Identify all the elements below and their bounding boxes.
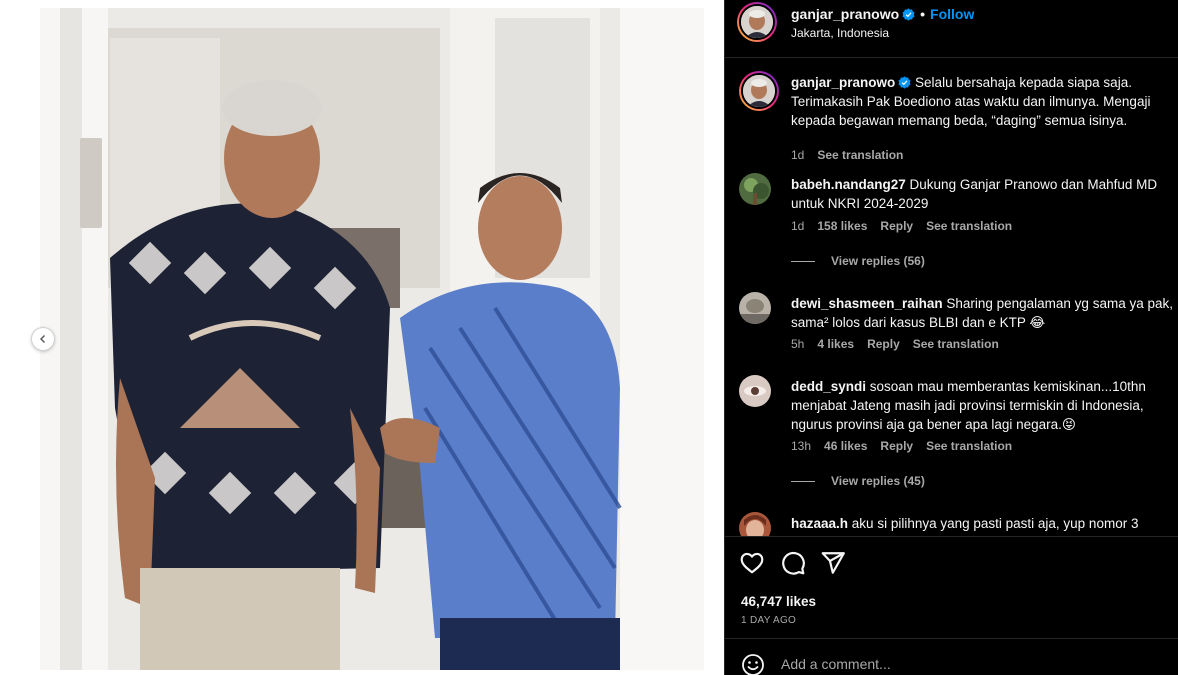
caption-meta: 1d See translation [791,148,916,162]
comment-avatar[interactable] [739,173,771,205]
post-location[interactable]: Jakarta, Indonesia [791,26,889,40]
comment-avatar[interactable] [739,375,771,407]
comment-avatar[interactable] [739,512,771,536]
comment-bubble-icon [782,551,805,575]
caption-avatar[interactable] [739,71,779,111]
comment-likes[interactable]: 46 likes [824,439,867,453]
comment-username[interactable]: dewi_shasmeen_raihan [791,296,943,311]
add-comment-bar [725,638,1178,675]
comments-list[interactable]: ganjar_pranowo Selalu bersahaja kepada s… [725,59,1178,537]
comment-meta: 13h 46 likes Reply See translation [791,439,1025,453]
view-replies-label: View replies (45) [831,474,925,488]
comment-meta: 5h 4 likes Reply See translation [791,337,1012,351]
comment-username[interactable]: babeh.nandang27 [791,177,906,192]
post-media-pane [0,0,724,675]
reply-button[interactable]: Reply [867,337,900,351]
comment-see-translation[interactable]: See translation [926,439,1012,453]
comment-see-translation[interactable]: See translation [926,219,1012,233]
comment-text: aku si pilihnya yang pasti pasti aja, yu… [851,516,1139,531]
verified-badge-icon [902,8,915,21]
comment-see-translation[interactable]: See translation [913,337,999,351]
caption-age: 1d [791,148,805,162]
share-button[interactable] [820,550,846,576]
comment-body: hazaaa.h aku si pilihnya yang pasti past… [791,514,1177,533]
comment-likes[interactable]: 158 likes [817,219,867,233]
post-header: ganjar_pranowo • Follow Jakarta, Indonesia [725,0,1178,58]
paper-plane-icon [821,552,845,574]
comment-input[interactable] [781,651,1161,675]
view-replies-line [791,480,815,482]
separator-dot: • [920,6,926,22]
author-avatar-image [741,6,773,38]
post-actions: 46,747 likes 1 DAY AGO [725,538,1178,626]
like-button[interactable] [739,550,765,576]
view-replies-label: View replies (56) [831,254,925,268]
verified-badge-icon [898,75,911,89]
post-info-pane: ganjar_pranowo • Follow Jakarta, Indonesia… [724,0,1178,675]
caption-see-translation[interactable]: See translation [817,148,903,162]
comment-avatar[interactable] [739,292,771,324]
comment-likes[interactable]: 4 likes [817,337,854,351]
comment-age: 1d [791,219,805,233]
chevron-left-icon [40,335,45,343]
comment-meta: 1d 158 likes Reply See translation [791,219,1025,233]
comment-body: dewi_shasmeen_raihan Sharing pengalaman … [791,294,1177,332]
comment-body: dedd_syndi sosoan mau memberantas kemisk… [791,377,1177,434]
comment-username[interactable]: hazaaa.h [791,516,848,531]
comment-button[interactable] [780,550,806,576]
caption-avatar-image [743,75,775,107]
likes-count[interactable]: 46,747 likes [741,594,816,609]
comment-age: 13h [791,439,812,453]
comment-username[interactable]: dedd_syndi [791,379,866,394]
comment-avatar-image [739,292,771,324]
author-username[interactable]: ganjar_pranowo [791,6,899,22]
post-photo[interactable] [40,8,704,670]
smiley-icon [742,654,764,675]
comment-body: babeh.nandang27 Dukung Ganjar Pranowo da… [791,175,1177,213]
comment-avatar-image [739,375,771,407]
carousel-prev-button[interactable] [31,327,55,351]
view-replies-button[interactable]: View replies (45) [791,474,925,488]
author-avatar[interactable] [737,2,777,42]
comment-avatar-image [739,512,771,536]
comment-avatar-image [739,173,771,205]
comment-age: 5h [791,337,805,351]
post-time: 1 DAY AGO [741,615,797,626]
view-replies-button[interactable]: View replies (56) [791,254,925,268]
follow-button[interactable]: Follow [930,6,974,22]
view-replies-line [791,260,815,262]
emoji-button[interactable] [741,653,765,675]
reply-button[interactable]: Reply [880,439,913,453]
reply-button[interactable]: Reply [880,219,913,233]
post-photo-illustration [40,8,704,670]
caption-body: ganjar_pranowo Selalu bersahaja kepada s… [791,73,1177,130]
author-username-line: ganjar_pranowo • Follow [791,6,974,22]
heart-icon [740,552,764,574]
caption-username[interactable]: ganjar_pranowo [791,75,895,90]
